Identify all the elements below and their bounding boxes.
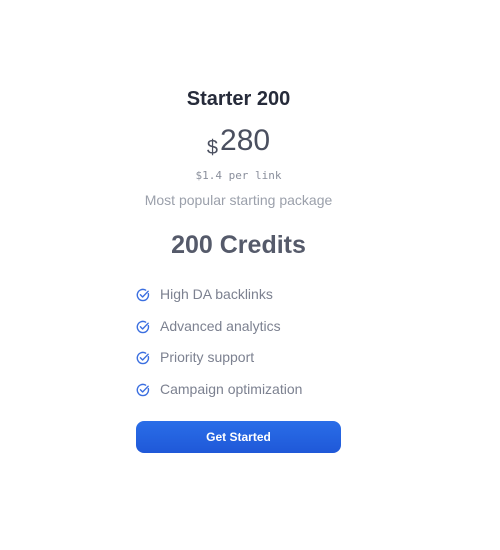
check-circle-icon xyxy=(136,288,150,302)
feature-label: Advanced analytics xyxy=(160,317,281,334)
plan-tagline: Most popular starting package xyxy=(144,192,333,208)
price: $280 xyxy=(0,124,477,160)
check-circle-icon xyxy=(136,351,150,365)
per-link-price: $1.4 per link xyxy=(195,169,282,182)
credits-amount: 200 Credits xyxy=(171,231,306,259)
pricing-card: Starter 200 $280 $1.4 per link Most popu… xyxy=(0,0,500,550)
feature-item: Advanced analytics xyxy=(136,316,302,348)
feature-label: Priority support xyxy=(160,349,255,365)
price-currency: $ xyxy=(206,137,219,159)
feature-item: High DA backlinks xyxy=(136,284,302,316)
feature-item: Campaign optimization xyxy=(136,379,302,411)
price-amount: 280 xyxy=(220,124,271,157)
check-circle-icon xyxy=(136,383,150,396)
feature-label: High DA backlinks xyxy=(160,286,273,302)
check-circle-icon xyxy=(136,320,150,333)
get-started-button[interactable]: Get Started xyxy=(136,421,341,453)
plan-title: Starter 200 xyxy=(186,88,291,110)
feature-label: Campaign optimization xyxy=(160,380,303,397)
feature-list: High DA backlinks Advanced analytics Pri… xyxy=(136,284,302,410)
feature-item: Priority support xyxy=(136,347,302,379)
